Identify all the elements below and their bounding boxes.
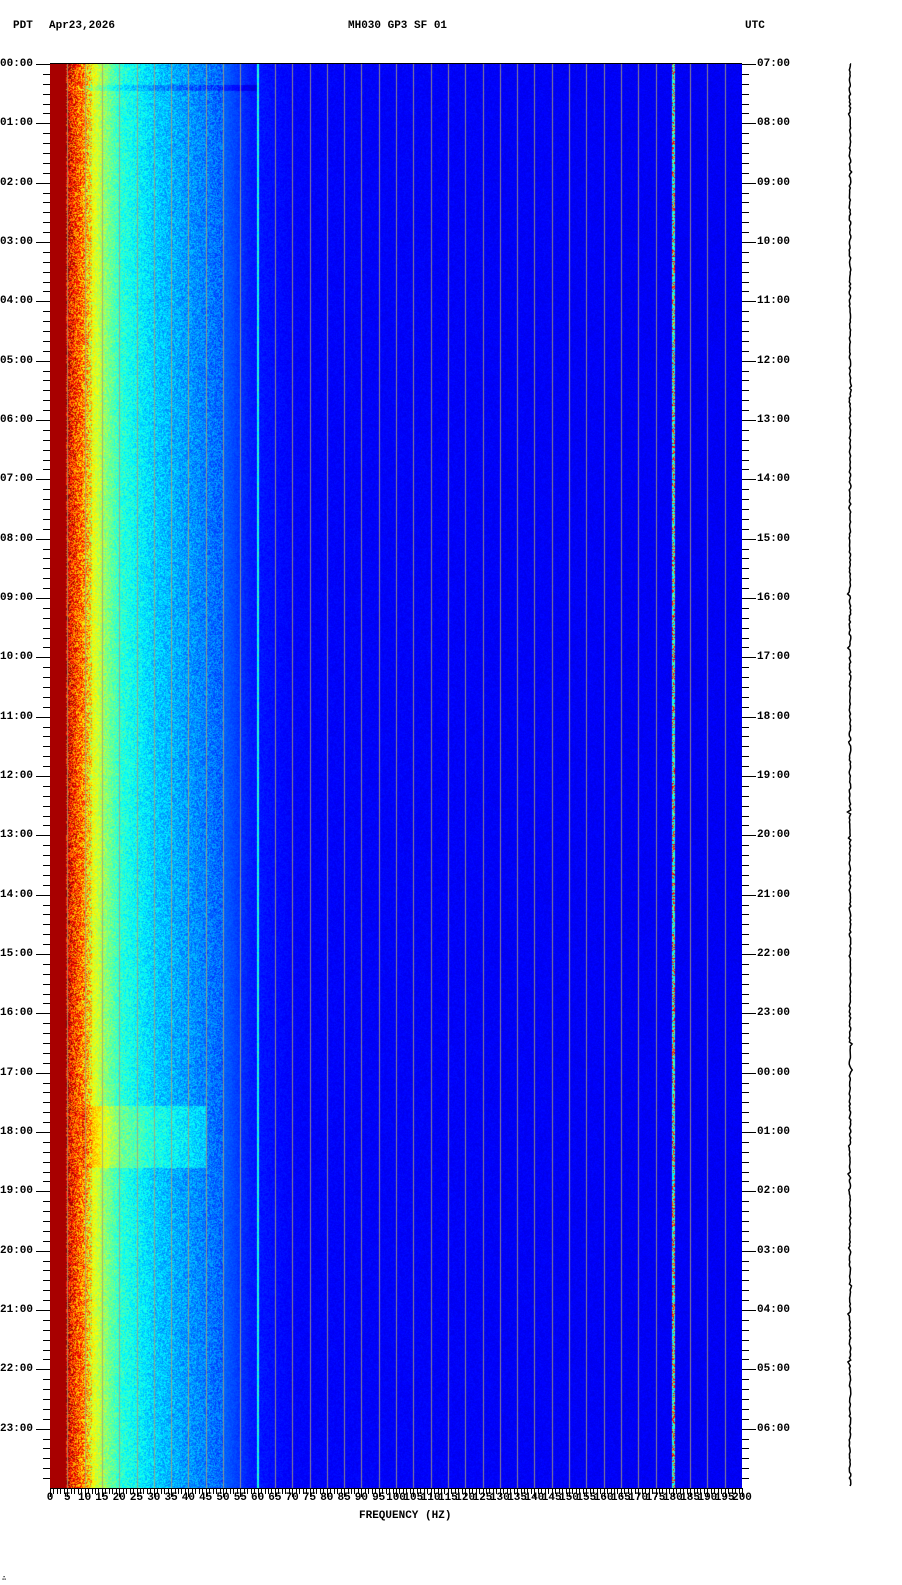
y-tick-label-left: 12:00 bbox=[0, 770, 34, 782]
x-tick-label: 15 bbox=[95, 1492, 109, 1504]
x-tick-label: 50 bbox=[216, 1492, 230, 1504]
y-tick-label-left: 20:00 bbox=[0, 1244, 34, 1257]
y-tick-label-left: 04:00 bbox=[0, 295, 34, 308]
y-tick-label-right: 09:00 bbox=[757, 176, 791, 189]
y-tick-label-right: 04:00 bbox=[757, 1304, 791, 1316]
y-tick-label-left: 06:00 bbox=[0, 414, 34, 426]
x-tick-label: 80 bbox=[320, 1492, 334, 1504]
x-tick-label: 45 bbox=[199, 1492, 213, 1504]
y-tick-label-right: 18:00 bbox=[757, 710, 791, 723]
seismogram-trace bbox=[846, 63, 854, 1487]
footer-mark: ∴ bbox=[2, 1575, 7, 1583]
y-tick-label-right: 11:00 bbox=[757, 295, 791, 308]
y-tick-label-left: 22:00 bbox=[0, 1363, 34, 1376]
y-tick-label-left: 21:00 bbox=[0, 1304, 34, 1316]
y-tick-label-right: 07:00 bbox=[757, 58, 791, 70]
y-tick-label-left: 05:00 bbox=[0, 354, 34, 367]
y-tick-label-right: 13:00 bbox=[757, 414, 791, 426]
x-tick-label: 10 bbox=[77, 1492, 92, 1504]
y-tick-label-right: 23:00 bbox=[757, 1007, 791, 1020]
y-tick-label-left: 01:00 bbox=[0, 117, 34, 130]
x-tick-label: 40 bbox=[181, 1492, 195, 1504]
y-tick-label-left: 10:00 bbox=[0, 651, 34, 664]
y-tick-label-right: 20:00 bbox=[757, 829, 791, 842]
x-axis-label: FREQUENCY (HZ) bbox=[359, 1510, 452, 1522]
x-tick-label: 75 bbox=[302, 1492, 317, 1504]
y-tick-label-right: 05:00 bbox=[757, 1363, 791, 1376]
y-tick-label-left: 16:00 bbox=[0, 1007, 34, 1020]
y-tick-label-right: 22:00 bbox=[757, 948, 791, 960]
y-tick-label-left: 11:00 bbox=[0, 710, 34, 723]
y-tick-label-left: 23:00 bbox=[0, 1422, 34, 1435]
y-tick-label-left: 15:00 bbox=[0, 948, 34, 960]
x-tick-label: 95 bbox=[372, 1492, 386, 1504]
y-tick-label-right: 12:00 bbox=[757, 354, 791, 367]
y-tick-label-left: 08:00 bbox=[0, 532, 34, 545]
x-tick-label: 5 bbox=[63, 1492, 71, 1504]
y-tick-label-right: 16:00 bbox=[757, 592, 791, 604]
x-tick-label: 35 bbox=[164, 1492, 178, 1504]
y-tick-label-right: 00:00 bbox=[757, 1066, 791, 1079]
y-tick-label-right: 03:00 bbox=[757, 1244, 791, 1257]
y-tick-label-left: 00:00 bbox=[0, 58, 34, 70]
y-tick-label-right: 19:00 bbox=[757, 770, 791, 782]
x-tick-label: 55 bbox=[233, 1492, 247, 1504]
x-tick-label: 70 bbox=[285, 1492, 299, 1504]
y-tick-label-left: 14:00 bbox=[0, 888, 34, 901]
x-tick-label: 200 bbox=[732, 1492, 752, 1504]
y-tick-label-left: 02:00 bbox=[0, 176, 34, 189]
y-tick-label-left: 17:00 bbox=[0, 1066, 34, 1079]
y-tick-label-right: 01:00 bbox=[757, 1126, 791, 1138]
x-tick-label: 65 bbox=[268, 1492, 282, 1504]
y-tick-label-right: 08:00 bbox=[757, 117, 791, 130]
y-tick-label-left: 03:00 bbox=[0, 236, 34, 248]
y-tick-label-left: 13:00 bbox=[0, 829, 34, 842]
x-tick-label: 30 bbox=[147, 1492, 161, 1504]
y-tick-label-left: 09:00 bbox=[0, 592, 34, 604]
x-tick-label: 25 bbox=[129, 1492, 144, 1504]
trace-line bbox=[846, 63, 854, 1487]
y-tick-label-right: 06:00 bbox=[757, 1422, 791, 1435]
x-tick-label: 85 bbox=[337, 1492, 351, 1504]
y-tick-label-left: 07:00 bbox=[0, 473, 34, 486]
y-tick-label-left: 18:00 bbox=[0, 1126, 34, 1138]
y-tick-label-right: 17:00 bbox=[757, 651, 791, 664]
x-tick-label: 60 bbox=[250, 1492, 265, 1504]
y-tick-label-right: 21:00 bbox=[757, 888, 791, 901]
x-tick-label: 20 bbox=[112, 1492, 126, 1504]
x-tick-label: 90 bbox=[354, 1492, 368, 1504]
y-tick-label-left: 19:00 bbox=[0, 1185, 34, 1198]
y-tick-label-right: 10:00 bbox=[757, 236, 791, 248]
y-tick-label-right: 15:00 bbox=[757, 532, 791, 545]
y-tick-label-right: 02:00 bbox=[757, 1185, 791, 1198]
y-tick-label-right: 14:00 bbox=[757, 473, 791, 486]
x-tick-label: 0 bbox=[46, 1492, 54, 1504]
